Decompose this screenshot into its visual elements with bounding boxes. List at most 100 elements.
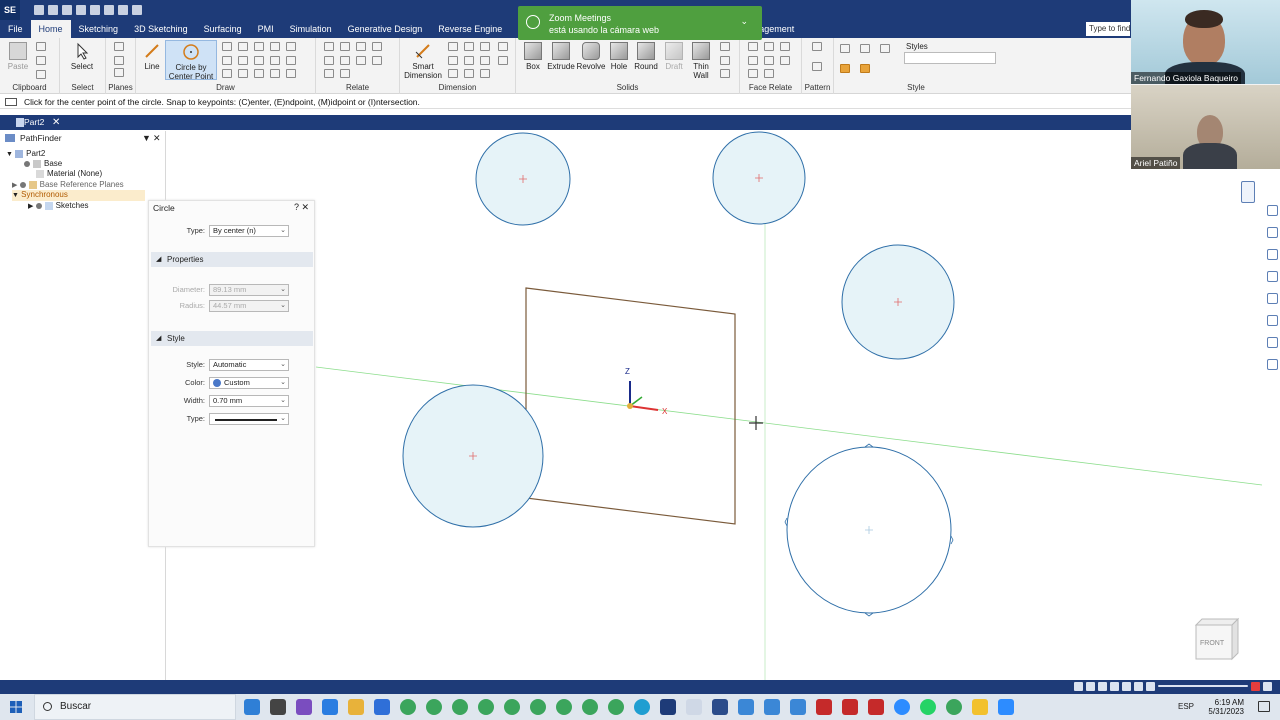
graphics-window[interactable]: Z X FRONT [166, 131, 1280, 680]
diameter-field[interactable]: 89.13 mm ⌄ [209, 284, 289, 296]
sketch-view-icon[interactable] [1266, 293, 1278, 304]
face-parallel-icon[interactable] [764, 42, 774, 51]
zoom-icon[interactable] [894, 699, 910, 715]
extend-icon[interactable] [270, 69, 280, 78]
circle-by-center-button[interactable]: Circle by Center Point [165, 40, 217, 81]
close-icon[interactable]: ✕ [301, 202, 309, 213]
offset-icon[interactable] [270, 42, 280, 51]
chrome-icon[interactable] [504, 699, 520, 715]
windows-start-icon[interactable] [10, 701, 22, 713]
expand-icon[interactable]: ▶ [28, 203, 33, 210]
symmetric-diameter-icon[interactable] [448, 56, 458, 65]
plane-icon[interactable] [114, 42, 124, 51]
text-annotation-icon[interactable] [498, 42, 508, 51]
wireframe-view-icon[interactable] [880, 44, 890, 53]
app-icon[interactable] [296, 699, 312, 715]
system-clock[interactable]: 6:19 AM 5/31/2023 [1208, 698, 1244, 716]
zoom-slider[interactable] [1158, 685, 1248, 687]
circle-4[interactable] [402, 384, 544, 528]
fullscreen-icon[interactable] [1263, 682, 1272, 691]
tab-3d-sketching[interactable]: 3D Sketching [126, 20, 196, 38]
tab-home[interactable]: Home [30, 20, 71, 38]
circle-2[interactable] [712, 131, 806, 225]
chrome-icon[interactable] [582, 699, 598, 715]
mirror-pattern-icon[interactable] [812, 62, 822, 71]
face-symmetric-icon[interactable] [780, 56, 790, 65]
notes-icon[interactable] [972, 699, 988, 715]
app-icon[interactable] [738, 699, 754, 715]
circle-1[interactable] [475, 132, 571, 226]
print-icon[interactable] [76, 5, 86, 15]
dimension-style-icon[interactable] [498, 56, 508, 65]
face-coplanar-icon[interactable] [748, 42, 758, 51]
lock-sketch-plane-icon[interactable] [1241, 181, 1255, 203]
help-icon[interactable]: ? [294, 202, 299, 212]
pan-icon[interactable] [1266, 271, 1278, 282]
solid-edge-taskbar-icon[interactable] [660, 699, 676, 715]
nx-icon[interactable] [816, 699, 832, 715]
chamfer-dimension-icon[interactable] [480, 56, 490, 65]
shaded-mode-icon[interactable] [1134, 682, 1143, 691]
extrude-button[interactable]: Extrude [546, 42, 576, 71]
chamfer-icon[interactable] [238, 69, 248, 78]
view-orient-icon[interactable] [1266, 205, 1278, 216]
tangent-icon[interactable] [356, 56, 366, 65]
open-icon[interactable] [48, 5, 58, 15]
document-icon[interactable] [686, 699, 702, 715]
add-body-icon[interactable] [720, 56, 730, 65]
pencil-icon[interactable] [286, 69, 296, 78]
chrome-icon[interactable] [452, 699, 468, 715]
tab-generative-design[interactable]: Generative Design [340, 20, 431, 38]
properties-section[interactable]: ◢ Properties [151, 252, 313, 267]
revolve-button[interactable]: Revolve [576, 42, 606, 71]
rotate-view-icon[interactable] [1122, 682, 1131, 691]
document-tab-part2[interactable]: Part2 [14, 115, 49, 130]
zoom-out-icon[interactable] [1086, 682, 1095, 691]
circle-type-select[interactable]: By center (n) ⌄ [209, 225, 289, 237]
shading-icon[interactable] [1266, 315, 1278, 326]
face-offset-icon[interactable] [764, 69, 774, 78]
tangent-arc-icon[interactable] [238, 56, 248, 65]
coordinate-dimension-icon[interactable] [480, 42, 490, 51]
expand-icon[interactable]: ▶ [12, 182, 17, 189]
video-tile-1[interactable]: Fernando Gaxiola Baqueiro [1131, 0, 1280, 84]
color-select[interactable]: Custom ⌄ [209, 377, 289, 389]
view-style-icon[interactable] [1146, 682, 1155, 691]
app-icon[interactable] [712, 699, 728, 715]
tree-item-sketches[interactable]: ▶ Sketches [28, 201, 89, 212]
format-painter-icon[interactable] [36, 70, 46, 79]
view-cube-icon[interactable] [840, 44, 850, 53]
tab-file[interactable]: File [0, 20, 31, 38]
face-concentric-icon[interactable] [764, 56, 774, 65]
parallel-icon[interactable] [324, 56, 334, 65]
face-tangent-icon[interactable] [748, 56, 758, 65]
eye-icon[interactable] [24, 160, 30, 167]
circle-3[interactable] [841, 244, 955, 360]
tab-reverse-engineering[interactable]: Reverse Engine [430, 20, 510, 38]
record-icon[interactable] [1251, 682, 1260, 691]
rotate-icon[interactable] [270, 56, 280, 65]
chrome-icon[interactable] [608, 699, 624, 715]
style-section[interactable]: ◢ Style [151, 331, 313, 346]
chevron-down-icon[interactable]: ⌄ [740, 16, 748, 27]
scale-icon[interactable] [286, 56, 296, 65]
tree-item-synchronous[interactable]: ▼ Synchronous [12, 190, 145, 201]
settings-gear-icon[interactable] [1266, 359, 1278, 370]
lock-plane-icon[interactable] [114, 68, 124, 77]
select-button[interactable]: Select [66, 42, 98, 71]
face-perpendicular-icon[interactable] [780, 42, 790, 51]
concentric-icon[interactable] [340, 42, 350, 51]
file-explorer-icon[interactable] [348, 699, 364, 715]
horizontal-icon[interactable] [356, 42, 366, 51]
smart-dimension-button[interactable]: Smart Dimension [402, 42, 444, 80]
polygon-icon[interactable] [238, 42, 248, 51]
fit-icon[interactable] [1266, 249, 1278, 260]
table-icon[interactable] [480, 69, 490, 78]
thin-wall-button[interactable]: Thin Wall [688, 42, 714, 80]
tab-sketching[interactable]: Sketching [71, 20, 127, 38]
input-language[interactable]: ESP [1178, 702, 1194, 711]
fillet-icon[interactable] [222, 69, 232, 78]
pathfinder-close-icon[interactable]: ✕ [153, 131, 161, 145]
chrome-icon[interactable] [556, 699, 572, 715]
nx-icon[interactable] [842, 699, 858, 715]
